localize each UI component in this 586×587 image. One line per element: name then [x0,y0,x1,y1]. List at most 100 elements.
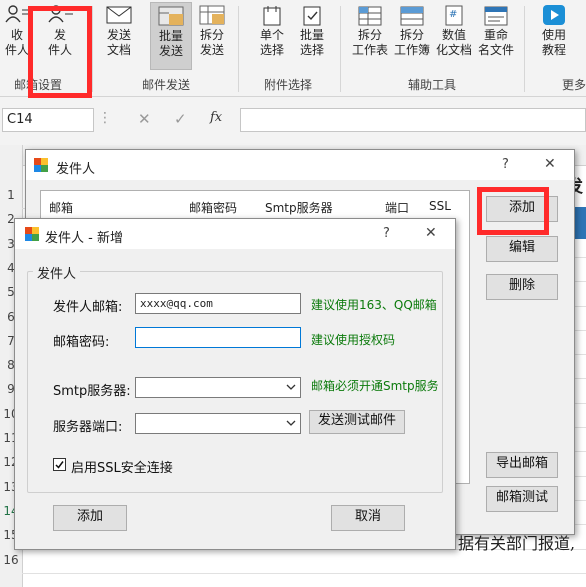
recipients-label-2: 件人 [4,43,29,57]
email-label: 发件人邮箱: [53,300,123,315]
split-worksheet-button[interactable]: 拆分 工作表 [350,2,390,70]
password-label: 邮箱密码: [53,335,110,350]
port-select[interactable] [135,413,301,434]
split-send-label-1: 拆分 [199,28,224,42]
name-box[interactable]: C14 [2,108,94,132]
group-attachment-select: 附件选择 [264,78,313,92]
group-more: 更多 [562,78,586,92]
column-header-password[interactable]: 邮箱密码 [189,199,237,216]
smtp-hint: 邮箱必须开通Smtp服务 [311,379,439,393]
close-icon[interactable]: ✕ [544,156,556,172]
row-gridline [22,572,586,574]
password-input[interactable] [135,327,301,348]
email-input[interactable]: xxxx@qq.com [135,293,301,314]
send-test-mail-button[interactable]: 发送测试邮件 [309,410,405,434]
numeric-document-label-1: 数值 [441,28,466,42]
check-icon [55,461,64,469]
cancel-button[interactable]: 取消 [331,505,405,531]
split-send-icon [199,5,225,25]
rename-file-icon [484,6,508,26]
split-workbook-button[interactable]: 拆分 工作簿 [392,2,432,70]
sender-dialog-title: 发件人 [56,162,96,177]
port-label: 服务器端口: [53,420,123,435]
column-header-ssl[interactable]: SSL [429,199,451,213]
rename-file-label-1: 重命 [483,28,508,42]
tutorial-label-2: 教程 [541,43,566,57]
help-icon[interactable]: ? [502,157,509,172]
rename-file-button[interactable]: 重命 名文件 [476,2,516,70]
split-send-label-2: 发送 [199,43,224,57]
sender-dialog-titlebar: 发件人 ? ✕ [26,150,574,180]
batch-send-icon [158,6,184,26]
numeric-document-icon: # [445,5,463,26]
batch-send-label-1: 批量 [158,29,183,43]
password-hint: 建议使用授权码 [311,333,396,347]
tutorial-label-1: 使用 [541,28,566,42]
ssl-label[interactable]: 启用SSL安全连接 [71,457,173,476]
send-document-label-2: 文档 [106,43,131,57]
batch-select-button[interactable]: 批量 选择 [294,2,330,70]
row-number[interactable]: 1 [0,188,22,202]
tutorial-button[interactable]: 使用 教程 [536,2,572,70]
single-select-label-1: 单个 [259,28,284,42]
smtp-select[interactable] [135,377,301,398]
row-number[interactable]: 16 [0,553,22,567]
app-icon [25,227,39,241]
groupbox-label: 发件人 [33,263,81,282]
delete-sender-button[interactable]: 删除 [486,274,558,300]
smtp-label: Smtp服务器: [53,384,131,399]
numeric-document-label-2: 化文档 [435,43,472,57]
chevron-down-icon [286,384,296,390]
split-workbook-icon [400,6,424,26]
new-sender-dialog: 发件人 - 新增 ? ✕ 发件人 发件人邮箱: xxxx@qq.com 建议使用… [14,218,456,550]
close-icon[interactable]: ✕ [425,225,437,241]
checklist-icon [303,6,321,26]
batch-send-button[interactable]: 批量 发送 [150,2,192,70]
new-sender-dialog-title: 发件人 - 新增 [45,231,123,246]
svg-text:#: # [449,9,457,20]
group-separator [340,6,341,92]
envelope-icon [106,6,132,24]
group-separator [92,6,93,92]
column-header-port[interactable]: 端口 [385,199,409,216]
group-separator [524,6,525,92]
app-icon [34,158,48,172]
split-worksheet-label-1: 拆分 [357,28,382,42]
group-separator [238,6,239,92]
export-mailbox-button[interactable]: 导出邮箱 [486,452,558,478]
function-icon[interactable]: fx [210,110,222,125]
split-workbook-label-2: 工作簿 [393,43,430,57]
recipients-label-1: 收 [10,28,23,42]
test-mailbox-button[interactable]: 邮箱测试 [486,486,558,512]
confirm-add-button[interactable]: 添加 [53,505,127,531]
column-header-email[interactable]: 邮箱 [49,199,73,216]
single-select-button[interactable]: 单个 选择 [254,2,290,70]
help-icon[interactable]: ? [383,226,390,241]
chevron-down-icon [286,420,296,426]
batch-select-label-1: 批量 [299,28,324,42]
edit-sender-button[interactable]: 编辑 [486,236,558,262]
highlight-sender-button [28,6,92,98]
ssl-checkbox[interactable] [53,458,66,471]
formula-input[interactable] [240,108,586,132]
column-header-smtp[interactable]: Smtp服务器 [265,199,333,216]
send-document-label-1: 发送 [106,28,131,42]
confirm-icon[interactable]: ✓ [174,110,187,128]
email-hint: 建议使用163、QQ邮箱 [311,298,437,312]
new-sender-dialog-titlebar: 发件人 - 新增 ? ✕ [15,219,455,249]
batch-select-label-2: 选择 [299,43,324,57]
cancel-icon[interactable]: ✕ [138,110,151,128]
rename-file-label-2: 名文件 [477,43,514,57]
play-icon [543,5,565,25]
numeric-document-button[interactable]: # 数值 化文档 [434,2,474,70]
group-mail-send: 邮件发送 [142,78,191,92]
split-worksheet-icon [358,6,382,26]
recipients-icon [5,5,29,23]
attachment-icon [263,6,281,26]
name-box-menu-icon[interactable]: ⋮ [98,110,112,126]
split-workbook-label-1: 拆分 [399,28,424,42]
send-document-button[interactable]: 发送 文档 [100,2,138,70]
batch-send-label-2: 发送 [158,44,183,58]
split-send-button[interactable]: 拆分 发送 [194,2,230,70]
group-tools: 辅助工具 [408,78,457,92]
